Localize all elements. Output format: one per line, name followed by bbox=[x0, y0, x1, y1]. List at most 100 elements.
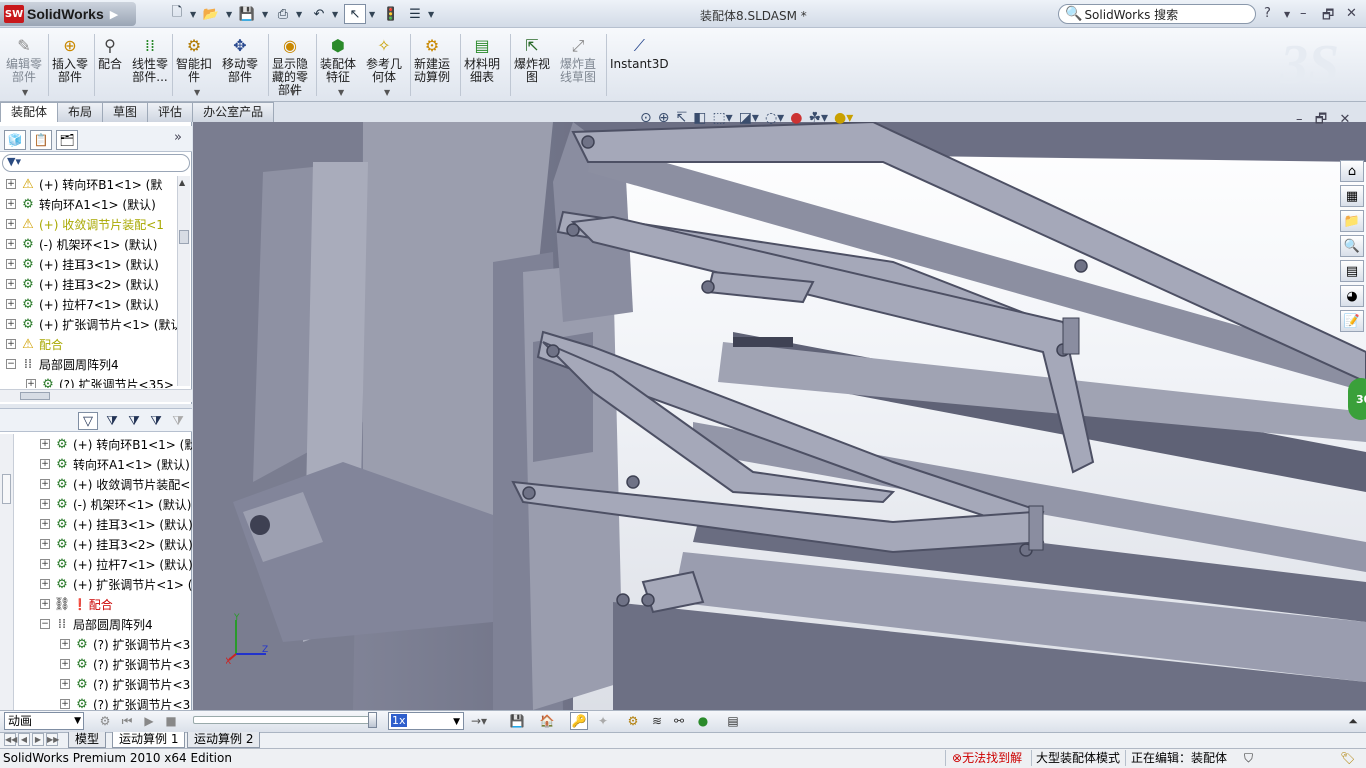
motion-tree-item[interactable]: − ⁞⁞ 局部圆周阵列4 bbox=[12, 614, 192, 634]
zoom-area-icon[interactable]: ⊕ bbox=[658, 110, 670, 126]
motion-tree-item[interactable]: + ⚙ (-) 机架环<1> (默认) bbox=[12, 494, 192, 514]
spring-icon[interactable]: ≋ bbox=[648, 712, 666, 730]
zoom-to-fit-icon[interactable]: ⊙ bbox=[640, 110, 652, 126]
expand-icon[interactable]: + bbox=[6, 239, 16, 249]
motor-icon[interactable]: ⚙ bbox=[624, 712, 642, 730]
smart-fastener-button[interactable]: ⚙ 智能扣件 bbox=[176, 34, 212, 84]
collapse-motion-icon[interactable]: ⏶ bbox=[1344, 712, 1362, 730]
tree-item[interactable]: + ⚙ (+) 挂耳3<1> (默认) bbox=[6, 254, 178, 274]
hide-show-icon[interactable]: ◌▾ bbox=[765, 110, 784, 126]
chevron-down-icon[interactable]: ▼ bbox=[332, 10, 338, 19]
stop-icon[interactable]: ■ bbox=[162, 712, 180, 730]
tab-sketch[interactable]: 草图 bbox=[102, 102, 149, 122]
gravity-icon[interactable]: ● bbox=[694, 712, 712, 730]
explode-line-sketch-button[interactable]: ⤢ 爆炸直 线草图 bbox=[560, 34, 596, 84]
custom-properties-icon[interactable]: 📝 bbox=[1340, 310, 1364, 332]
chevron-down-icon[interactable]: ▼ bbox=[369, 10, 375, 19]
chevron-down-icon[interactable]: ▼ bbox=[428, 10, 434, 19]
chevron-down-icon[interactable]: ▼ bbox=[262, 10, 268, 19]
chevron-down-icon[interactable]: ▼ bbox=[290, 88, 296, 97]
last-tab-icon[interactable]: ▶▶ bbox=[46, 733, 59, 746]
save-animation-icon[interactable]: 💾 bbox=[508, 712, 526, 730]
edit-appearance-icon[interactable]: ● bbox=[790, 110, 802, 126]
motion-tree-item[interactable]: + ⚙ (+) 挂耳3<1> (默认) bbox=[12, 514, 192, 534]
expand-panel-icon[interactable]: » bbox=[174, 130, 182, 145]
tree-item[interactable]: + ⚙ (-) 机架环<1> (默认) bbox=[6, 234, 178, 254]
results-icon[interactable]: ▤ bbox=[724, 712, 742, 730]
section-view-icon[interactable]: ◧ bbox=[693, 110, 706, 126]
close-icon[interactable]: ✕ bbox=[1340, 112, 1351, 127]
3d-content-central-badge[interactable]: 30 bbox=[1348, 378, 1366, 420]
add-key-icon[interactable]: ✦ bbox=[594, 712, 612, 730]
tree-hscrollbar[interactable] bbox=[0, 389, 192, 402]
expand-icon[interactable]: + bbox=[6, 279, 16, 289]
options-icon[interactable]: ☰ bbox=[404, 4, 426, 24]
motion-tree-item[interactable]: + ⚙ 转向环A1<1> (默认) bbox=[12, 454, 192, 474]
assembly-feature-button[interactable]: ⬢ 装配体 特征 bbox=[320, 34, 356, 84]
filter-animating-icon[interactable]: ⧩ bbox=[102, 412, 122, 430]
expand-icon[interactable]: + bbox=[40, 479, 50, 489]
expand-icon[interactable]: + bbox=[6, 339, 16, 349]
home-icon[interactable]: ⌂ bbox=[1340, 160, 1364, 182]
study-type-select[interactable]: 动画 ▼ bbox=[4, 712, 84, 730]
config-tab-icon[interactable]: 🗂 bbox=[56, 130, 78, 150]
error-status[interactable]: ⊗无法找到解 bbox=[952, 749, 1022, 767]
play-icon[interactable]: ▶ bbox=[140, 712, 158, 730]
print-icon[interactable]: ⎙ bbox=[272, 4, 294, 24]
expand-icon[interactable]: + bbox=[40, 559, 50, 569]
tab-motion-study-2[interactable]: 运动算例 2 bbox=[187, 732, 261, 748]
tab-office[interactable]: 办公室产品 bbox=[192, 102, 275, 122]
design-library-icon[interactable]: ▦ bbox=[1340, 185, 1364, 207]
new-icon[interactable]: 🗋 bbox=[166, 4, 188, 24]
minimize-icon[interactable]: – bbox=[1296, 112, 1303, 127]
feature-tree-tab-icon[interactable]: 🧊 bbox=[4, 130, 26, 150]
calculate-icon[interactable]: ⚙ bbox=[96, 712, 114, 730]
expand-icon[interactable]: + bbox=[40, 599, 50, 609]
expand-icon[interactable]: + bbox=[6, 199, 16, 209]
chevron-down-icon[interactable]: ▼ bbox=[384, 88, 390, 97]
view-palette-icon[interactable]: ▤ bbox=[1340, 260, 1364, 282]
playback-speed-select[interactable]: 1x ▼ bbox=[388, 712, 464, 730]
chevron-down-icon[interactable]: ▼ bbox=[22, 88, 28, 97]
tree-scrollbar[interactable]: ▲ bbox=[177, 176, 190, 386]
expand-icon[interactable]: + bbox=[40, 459, 50, 469]
undo-icon[interactable]: ↶ bbox=[308, 4, 330, 24]
restore-icon[interactable]: 🗗 bbox=[1315, 112, 1327, 127]
contact-icon[interactable]: ⚯ bbox=[670, 712, 688, 730]
playback-mode-icon[interactable]: →▾ bbox=[470, 712, 488, 730]
help-icon[interactable]: ? bbox=[1264, 6, 1271, 21]
filter-driving-icon[interactable]: ⧩ bbox=[124, 412, 144, 430]
expand-icon[interactable]: + bbox=[60, 659, 70, 669]
filter-results-icon[interactable]: ⧩ bbox=[168, 412, 188, 430]
prev-tab-icon[interactable]: ◀ bbox=[18, 733, 30, 746]
motion-tree-item[interactable]: + ⛓ ❗ 配合 bbox=[12, 594, 192, 614]
appearances-icon[interactable]: ◕ bbox=[1340, 285, 1364, 307]
collapse-icon[interactable]: − bbox=[6, 359, 16, 369]
motion-tree-item[interactable]: + ⚙ (+) 挂耳3<2> (默认) bbox=[12, 534, 192, 554]
edit-component-button[interactable]: ✎ 编辑零 部件 bbox=[6, 34, 42, 84]
solidworks-menu-button[interactable]: SW SolidWorks ▶ bbox=[0, 2, 136, 26]
rebuild-status-icon[interactable]: ⛉ bbox=[1244, 749, 1253, 767]
view-settings-icon[interactable]: ●▾ bbox=[834, 110, 853, 126]
restore-icon[interactable]: 🗗 bbox=[1322, 6, 1334, 28]
animation-wizard-icon[interactable]: 🏠 bbox=[538, 712, 556, 730]
tree-item[interactable]: + ⚙ (?) 扩张调节片<35> bbox=[6, 374, 178, 388]
bom-button[interactable]: ▤ 材料明 细表 bbox=[464, 34, 500, 84]
chevron-down-icon[interactable]: ▼ bbox=[194, 88, 200, 97]
expand-icon[interactable]: + bbox=[40, 539, 50, 549]
chevron-down-icon[interactable]: ▼ bbox=[226, 10, 232, 19]
expand-icon[interactable]: + bbox=[6, 299, 16, 309]
file-explorer-icon[interactable]: 📁 bbox=[1340, 210, 1364, 232]
expand-icon[interactable]: + bbox=[60, 679, 70, 689]
insert-component-button[interactable]: ⊕ 插入零 部件 bbox=[52, 34, 88, 84]
expand-icon[interactable]: + bbox=[40, 519, 50, 529]
first-tab-icon[interactable]: ◀◀ bbox=[4, 733, 17, 746]
search-results-icon[interactable]: 🔍 bbox=[1340, 235, 1364, 257]
motion-tree-item[interactable]: + ⚙ (?) 扩张调节片<3 bbox=[12, 674, 192, 694]
next-tab-icon[interactable]: ▶ bbox=[32, 733, 44, 746]
tree-item[interactable]: − ⁞⁞ 局部圆周阵列4 bbox=[6, 354, 178, 374]
motion-tree-item[interactable]: + ⚙ (+) 拉杆7<1> (默认) bbox=[12, 554, 192, 574]
property-tab-icon[interactable]: 📋 bbox=[30, 130, 52, 150]
expand-icon[interactable]: + bbox=[26, 379, 36, 388]
motion-tree-item[interactable]: + ⚙ (+) 扩张调节片<1> ( bbox=[12, 574, 192, 594]
